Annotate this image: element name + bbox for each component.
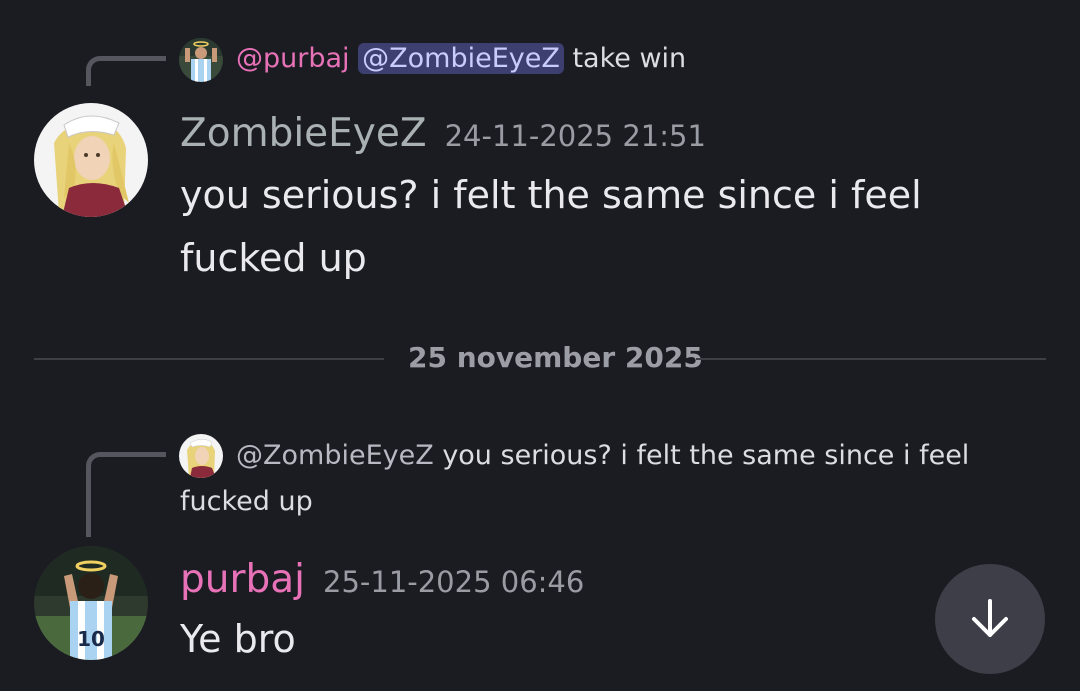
message-header: purbaj 25-11-2025 06:46 [180, 556, 584, 606]
reply-line: fucked up [180, 484, 1020, 520]
reply-author-mention[interactable]: @purbaj [236, 43, 350, 74]
message-content: you serious? i felt the same since i fee… [180, 164, 922, 290]
message-content: Ye bro [180, 608, 296, 671]
timestamp: 24-11-2025 21:51 [444, 119, 706, 153]
football-player-avatar-icon [179, 38, 223, 82]
reply-connector [86, 56, 166, 86]
reply-author-avatar[interactable] [179, 38, 223, 82]
timestamp: 25-11-2025 06:46 [323, 565, 585, 599]
divider-line-right [696, 358, 1046, 360]
message-text-line: fucked up [180, 236, 367, 280]
reply-line: @ZombieEyeZ you serious? i felt the same… [180, 438, 1020, 474]
anime-character-avatar-icon [34, 103, 148, 217]
reply-preview[interactable]: @purbaj @ZombieEyeZ take win [236, 41, 686, 77]
reply-connector [86, 452, 166, 537]
reply-text: you serious? i felt the same since i fee… [442, 440, 970, 471]
chat-view: @purbaj @ZombieEyeZ take win ZombieEyeZ 2… [0, 0, 1080, 691]
message-text-line: you serious? i felt the same since i fee… [180, 173, 922, 217]
date-divider-label: 25 november 2025 [408, 341, 703, 374]
message-text-line: Ye bro [180, 617, 296, 661]
avatar[interactable] [34, 103, 148, 217]
reply-preview[interactable]: @ZombieEyeZ you serious? i felt the same… [180, 438, 1020, 520]
reply-text: fucked up [180, 486, 313, 517]
reply-text: take win [572, 43, 687, 74]
message-header: ZombieEyeZ 24-11-2025 21:51 [180, 110, 706, 160]
divider-line-left [34, 358, 384, 360]
svg-text:10: 10 [77, 627, 105, 651]
author-name[interactable]: purbaj [180, 557, 305, 602]
author-name[interactable]: ZombieEyeZ [180, 111, 427, 156]
reply-author-mention[interactable]: @ZombieEyeZ [236, 440, 434, 471]
avatar[interactable]: 10 [34, 546, 148, 660]
arrow-down-icon [972, 599, 1008, 637]
football-player-avatar-icon: 10 [34, 546, 148, 660]
jump-to-bottom-button[interactable] [935, 564, 1045, 674]
user-mention[interactable]: @ZombieEyeZ [358, 43, 564, 74]
